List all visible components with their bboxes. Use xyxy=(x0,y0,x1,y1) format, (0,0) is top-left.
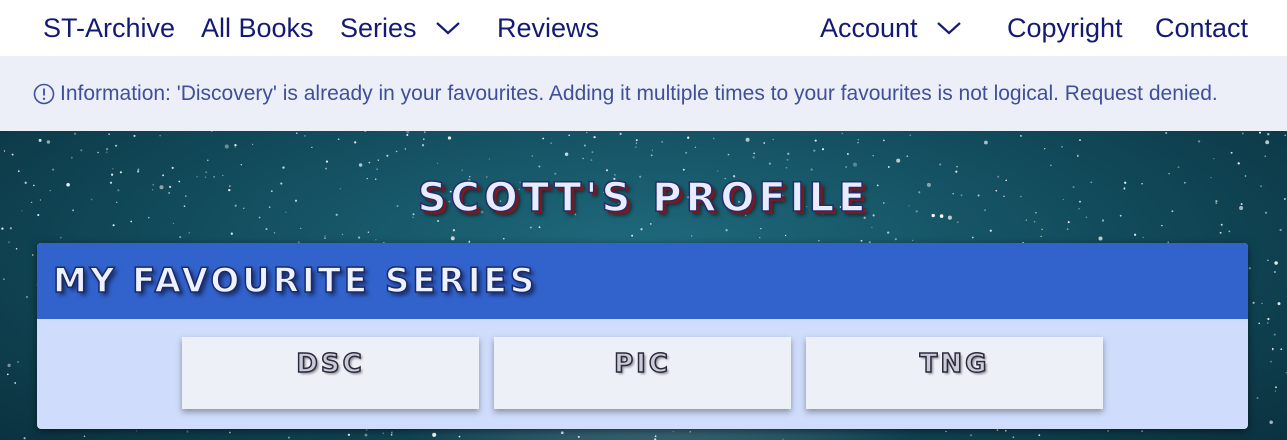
series-tile-label: TNG xyxy=(919,348,990,380)
series-tile-dsc[interactable]: DSC xyxy=(182,337,479,409)
nav-account-dropdown[interactable]: Account xyxy=(820,10,962,46)
top-navbar: ST-Archive All Books Series Reviews Acco… xyxy=(0,0,1287,56)
profile-hero: Scott's Profile My Favourite Series DSC … xyxy=(0,131,1287,440)
nav-account-label: Account xyxy=(820,13,918,43)
favourite-series-list: DSC PIC TNG xyxy=(182,337,1103,409)
favourite-series-heading: My Favourite Series xyxy=(52,260,538,302)
nav-copyright-link[interactable]: Copyright xyxy=(1007,10,1123,46)
info-banner-text: Information: 'Discovery' is already in y… xyxy=(60,81,1218,105)
nav-series-dropdown[interactable]: Series xyxy=(340,10,461,46)
profile-title: Scott's Profile xyxy=(417,174,870,222)
info-banner: Information: 'Discovery' is already in y… xyxy=(0,56,1287,131)
series-tile-pic[interactable]: PIC xyxy=(494,337,791,409)
nav-reviews-link[interactable]: Reviews xyxy=(497,10,599,46)
series-tile-label: PIC xyxy=(613,348,671,380)
nav-all-books-link[interactable]: All Books xyxy=(201,10,314,46)
favourite-series-header: My Favourite Series xyxy=(37,243,1248,319)
series-tile-label: DSC xyxy=(296,348,365,380)
nav-brand-link[interactable]: ST-Archive xyxy=(43,10,175,46)
series-tile-tng[interactable]: TNG xyxy=(806,337,1103,409)
nav-contact-link[interactable]: Contact xyxy=(1155,10,1248,46)
nav-series-label: Series xyxy=(340,13,417,43)
info-circle-icon xyxy=(33,83,55,104)
chevron-down-icon xyxy=(435,20,461,36)
favourite-series-card: My Favourite Series DSC PIC TNG xyxy=(37,243,1248,429)
chevron-down-icon xyxy=(936,20,962,36)
